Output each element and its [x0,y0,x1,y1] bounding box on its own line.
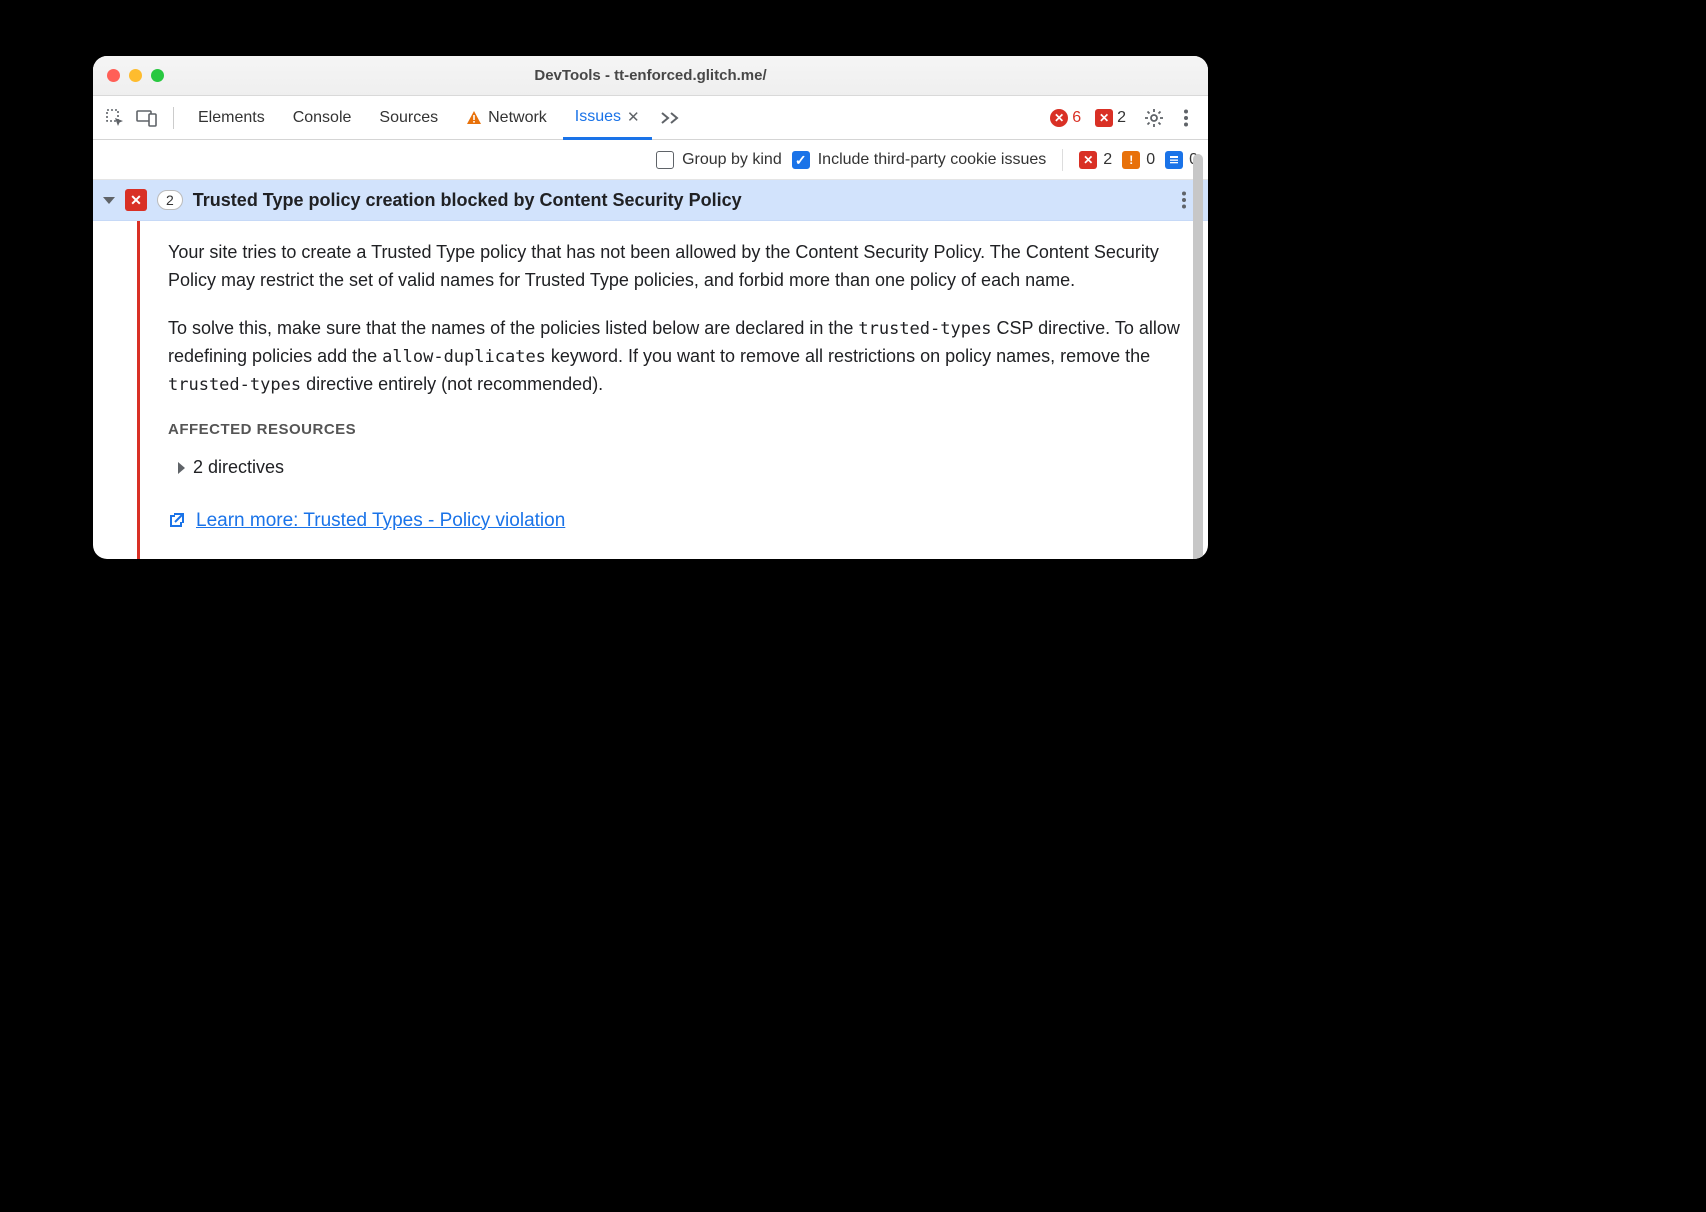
directives-count: 2 directives [193,454,284,482]
more-tabs-icon[interactable] [656,104,684,132]
tab-console[interactable]: Console [281,96,364,140]
issues-filterbar: Group by kind Include third-party cookie… [93,140,1208,180]
include-third-party-checkbox[interactable]: Include third-party cookie issues [792,151,1047,169]
issue-body: Your site tries to create a Trusted Type… [93,221,1208,559]
code-directive: trusted-types [168,375,301,395]
close-tab-icon[interactable]: ✕ [627,108,640,126]
errors-count: 6 [1072,109,1081,127]
error-circle-icon: ✕ [1050,109,1068,127]
tab-label: Sources [379,109,438,127]
directives-expander[interactable]: 2 directives [178,454,1184,482]
learn-more-link[interactable]: Learn more: Trusted Types - Policy viola… [196,506,565,535]
issues-badge[interactable]: ✕ 2 [1095,109,1126,127]
traffic-lights [107,69,164,82]
scrollbar-thumb[interactable] [1193,154,1203,559]
external-link-icon [168,511,186,529]
issue-blue-icon [1165,151,1183,169]
stat-red[interactable]: ✕ 2 [1079,151,1112,169]
stat-count: 0 [1146,151,1155,169]
checkbox-unchecked-icon [656,151,674,169]
issue-red-icon: ✕ [1095,109,1113,127]
issue-orange-icon: ! [1122,151,1140,169]
checkbox-label: Group by kind [682,151,782,169]
tab-label: Elements [198,109,265,127]
tab-label: Network [488,109,547,127]
disclosure-triangle-right-icon [178,462,185,474]
kebab-menu-icon[interactable] [1172,104,1200,132]
tab-network[interactable]: Network [454,96,559,140]
issues-red-count: 2 [1117,109,1126,127]
main-tabbar: Elements Console Sources Network Issues … [93,96,1208,140]
device-toggle-icon[interactable] [133,104,161,132]
issue-header-row[interactable]: ✕ 2 Trusted Type policy creation blocked… [93,180,1208,221]
issue-severity-icon: ✕ [125,189,147,211]
code-keyword: allow-duplicates [382,347,546,367]
separator [173,107,174,129]
inspect-icon[interactable] [101,104,129,132]
group-by-kind-checkbox[interactable]: Group by kind [656,151,782,169]
settings-icon[interactable] [1140,104,1168,132]
code-directive: trusted-types [858,319,991,339]
issue-count-pill: 2 [157,190,183,210]
titlebar: DevTools - tt-enforced.glitch.me/ [93,56,1208,96]
learn-more-row: Learn more: Trusted Types - Policy viola… [168,506,1184,535]
issue-description-p2: To solve this, make sure that the names … [168,315,1184,399]
issue-red-icon: ✕ [1079,151,1097,169]
tab-label: Console [293,109,352,127]
tab-label: Issues [575,108,621,126]
affected-resources-label: Affected Resources [168,418,1184,441]
stat-count: 2 [1103,151,1112,169]
window-title: DevTools - tt-enforced.glitch.me/ [93,67,1208,84]
tab-issues[interactable]: Issues ✕ [563,96,652,140]
separator [1062,149,1063,171]
warning-icon [466,110,482,126]
tab-sources[interactable]: Sources [367,96,450,140]
stat-orange[interactable]: ! 0 [1122,151,1155,169]
issue-title: Trusted Type policy creation blocked by … [193,190,1160,211]
checkbox-checked-icon [792,151,810,169]
tab-elements[interactable]: Elements [186,96,277,140]
issue-description-p1: Your site tries to create a Trusted Type… [168,239,1184,295]
zoom-window-button[interactable] [151,69,164,82]
close-window-button[interactable] [107,69,120,82]
disclosure-triangle-down-icon [103,197,115,204]
vertical-scrollbar[interactable] [1193,154,1203,559]
devtools-window: DevTools - tt-enforced.glitch.me/ Elemen… [93,56,1208,559]
errors-badge[interactable]: ✕ 6 [1050,109,1081,127]
checkbox-label: Include third-party cookie issues [818,151,1047,169]
minimize-window-button[interactable] [129,69,142,82]
